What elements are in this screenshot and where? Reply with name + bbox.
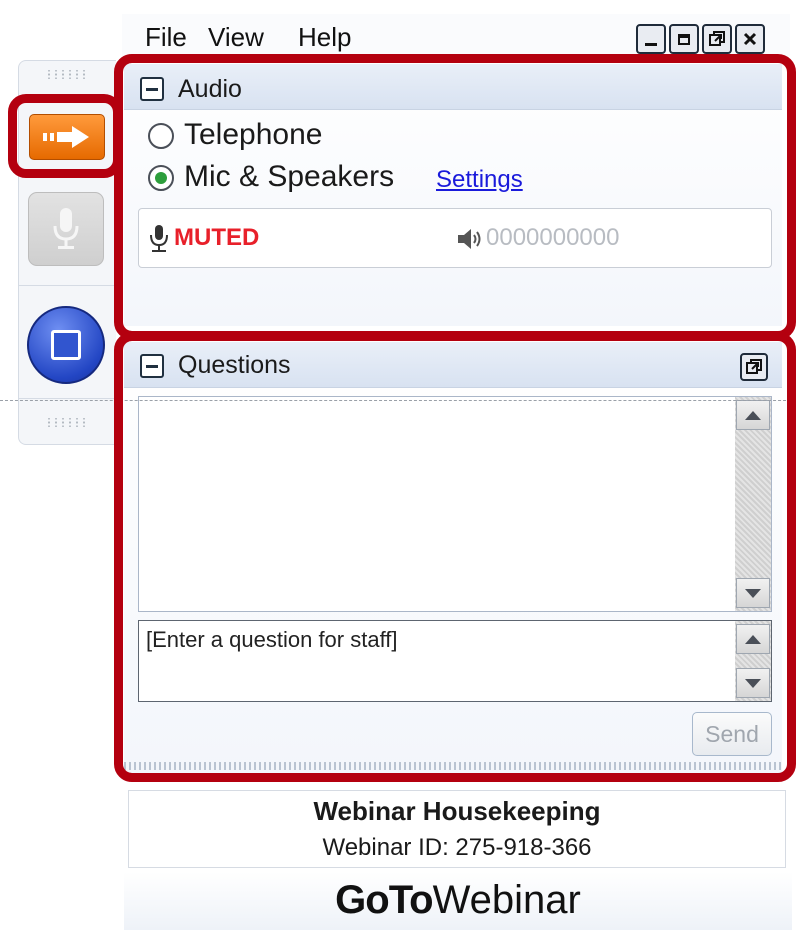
microphone-button[interactable] <box>28 192 104 266</box>
scroll-down-button[interactable] <box>736 578 770 608</box>
mic-speakers-radio[interactable] <box>148 165 174 191</box>
grip-bottom-row2: :::::: <box>45 419 89 430</box>
arrow-down-icon <box>745 678 761 688</box>
arrow-up-icon <box>745 410 761 420</box>
menu-file[interactable]: File <box>145 22 187 53</box>
webinar-id: Webinar ID: 275-918-366 <box>322 834 592 861</box>
gotowebinar-logo: GoToWebinar <box>124 878 792 923</box>
webinar-title: Webinar Housekeeping <box>313 796 601 826</box>
arrow-up-icon <box>745 634 761 644</box>
send-button[interactable]: Send <box>692 712 772 756</box>
window-controls <box>636 24 765 54</box>
question-input-placeholder: [Enter a question for staff] <box>146 627 398 652</box>
toolbar-divider <box>18 285 116 286</box>
arrow-right-icon <box>43 126 89 148</box>
restore-icon[interactable] <box>702 24 732 54</box>
volume-level-meter: 0000000000 <box>486 224 620 251</box>
audio-panel-title: Audio <box>178 75 242 103</box>
logo-goto: GoTo <box>335 878 433 922</box>
stop-broadcast-button[interactable] <box>27 306 105 384</box>
close-icon[interactable] <box>735 24 765 54</box>
input-scroll-down-button[interactable] <box>736 668 770 698</box>
microphone-muted-icon <box>150 225 168 252</box>
scroll-up-button[interactable] <box>736 400 770 430</box>
panel-resize-grip[interactable] <box>124 762 782 770</box>
minimize-icon[interactable] <box>636 24 666 54</box>
speaker-icon <box>458 229 481 249</box>
maximize-icon[interactable] <box>669 24 699 54</box>
toolbar-divider <box>18 398 116 399</box>
telephone-label[interactable]: Telephone <box>184 118 322 152</box>
show-hide-panel-button[interactable] <box>29 114 105 160</box>
dashed-divider <box>0 400 796 401</box>
menu-help[interactable]: Help <box>298 22 351 53</box>
muted-status: MUTED <box>174 224 260 251</box>
input-scroll-up-button[interactable] <box>736 624 770 654</box>
audio-collapse-button[interactable] <box>140 77 164 101</box>
popout-icon[interactable] <box>740 353 768 381</box>
stop-icon <box>51 330 81 360</box>
telephone-radio[interactable] <box>148 123 174 149</box>
questions-collapse-button[interactable] <box>140 354 164 378</box>
question-log[interactable] <box>138 396 772 612</box>
grip-top-row2: :::::: <box>45 71 89 82</box>
settings-link[interactable]: Settings <box>436 166 523 194</box>
logo-webinar: Webinar <box>432 878 581 922</box>
questions-panel-title: Questions <box>178 351 291 379</box>
arrow-down-icon <box>745 588 761 598</box>
mic-speakers-label[interactable]: Mic & Speakers <box>184 160 394 194</box>
menu-view[interactable]: View <box>208 22 264 53</box>
microphone-icon <box>53 208 79 249</box>
